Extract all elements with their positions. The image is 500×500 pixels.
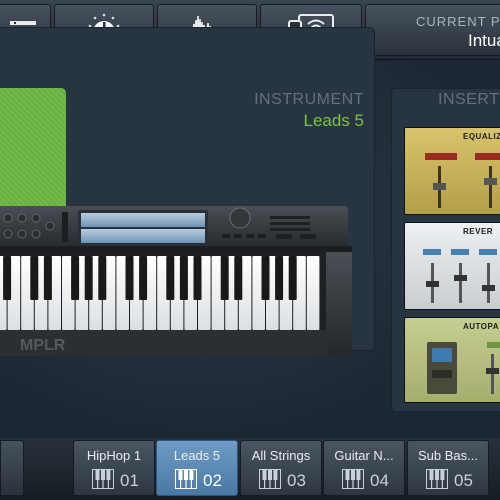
preset-name: Sub Bas...: [418, 448, 478, 463]
effect-name: AUTOPA: [463, 322, 500, 331]
black-key: [139, 256, 148, 300]
preset-number: 02: [203, 471, 222, 490]
instrument-name[interactable]: Leads 5: [304, 111, 365, 131]
preset-number: 03: [287, 471, 306, 490]
piano-keys-icon: [92, 469, 114, 489]
effect-name: REVER: [463, 227, 494, 236]
piano-keys-icon: [259, 469, 281, 489]
piano-keys-icon: [426, 469, 448, 489]
black-key: [3, 256, 12, 300]
black-key: [275, 256, 284, 300]
preset-name: Leads 5: [173, 448, 221, 463]
black-key: [125, 256, 134, 300]
insert-section-title: INSERT: [438, 91, 500, 108]
black-key: [179, 256, 188, 300]
insert-effect-autopan[interactable]: AUTOPA: [404, 317, 500, 403]
effect-name: EQUALIZ: [463, 132, 500, 141]
black-key: [288, 256, 297, 300]
black-key: [84, 256, 93, 300]
preset-number: 01: [120, 471, 139, 490]
black-key: [234, 256, 243, 300]
white-key: [306, 256, 320, 330]
preset-button[interactable]: Guitar N... 04: [323, 440, 405, 496]
equalizer-controls-graphic: [425, 153, 500, 208]
preset-button[interactable]: Sub Bas... 05: [407, 440, 489, 496]
synth-keyboard-graphic: MPLR: [0, 206, 352, 356]
preset-button[interactable]: HipHop 1 01: [73, 440, 155, 496]
keyboard-brand-label: MPLR: [20, 337, 66, 354]
preset-name: Guitar N...: [334, 448, 394, 463]
black-key: [220, 256, 229, 300]
preset-bar: HipHop 1 01 Leads 5 02 All Strings 03 Guitar N…: [0, 438, 500, 500]
preset-bar-back-button[interactable]: [0, 440, 24, 496]
preset-number: 04: [370, 471, 389, 490]
instrument-section-title: INSTRUMENT: [254, 91, 364, 108]
black-key: [261, 256, 270, 300]
current-preset-label: CURRENT P: [416, 14, 500, 29]
black-key: [193, 256, 202, 300]
insert-effect-equalizer[interactable]: EQUALIZ: [404, 127, 500, 215]
preset-button[interactable]: Leads 5 02: [156, 440, 238, 496]
black-key: [166, 256, 175, 300]
piano-keys-icon: [175, 469, 197, 489]
black-key: [98, 256, 107, 300]
preset-number: 05: [454, 471, 473, 490]
black-key: [30, 256, 39, 300]
current-preset-value: Intua: [468, 31, 500, 50]
preset-name: HipHop 1: [86, 448, 142, 463]
reverb-controls-graphic: [423, 249, 497, 303]
black-key: [71, 256, 80, 300]
insert-effect-reverb[interactable]: REVER: [404, 222, 500, 310]
preset-button[interactable]: All Strings 03: [240, 440, 322, 496]
piano-keys-icon: [342, 469, 364, 489]
black-key: [43, 256, 52, 300]
preset-name: All Strings: [251, 448, 311, 463]
instrument-keyboard-image[interactable]: MPLR: [0, 206, 355, 356]
current-preset-display[interactable]: CURRENT P Intua: [365, 4, 500, 56]
